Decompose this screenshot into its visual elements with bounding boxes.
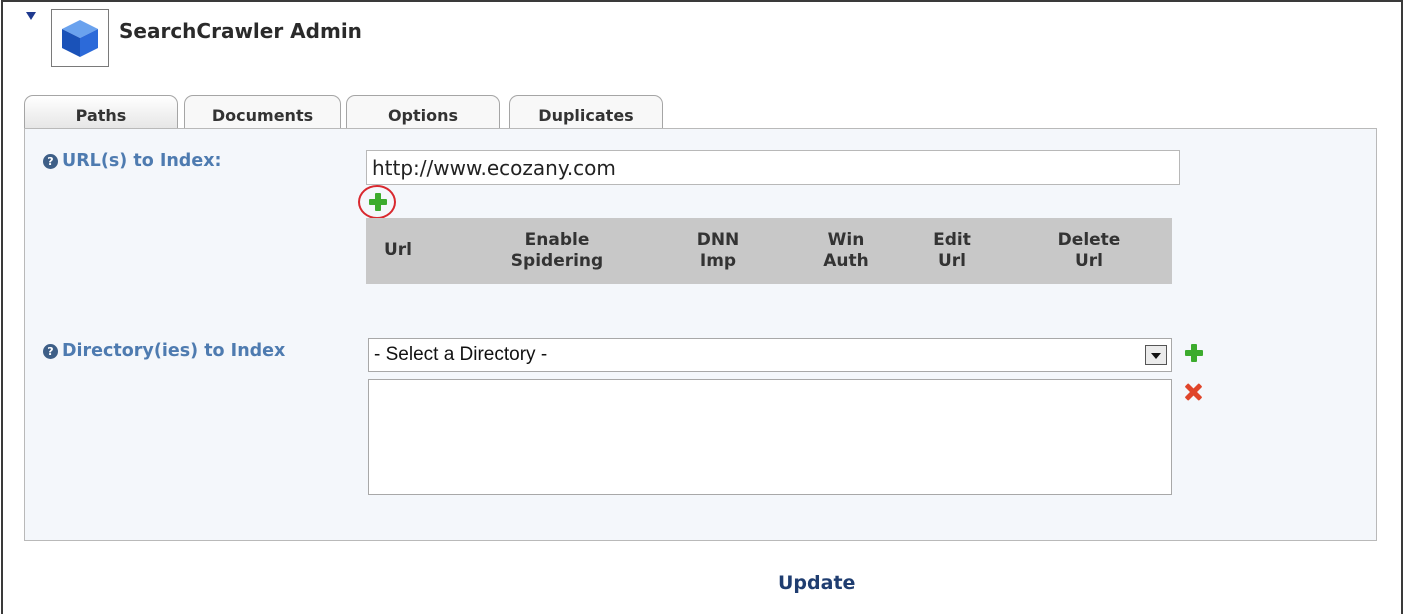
directory-list[interactable] — [368, 379, 1172, 495]
help-icon[interactable]: ? — [43, 154, 58, 169]
column-header-win-auth: Win Auth — [823, 230, 869, 271]
url-label-text: URL(s) to Index: — [62, 151, 222, 171]
directory-select-value: - Select a Directory - — [374, 344, 548, 365]
tab-duplicates[interactable]: Duplicates — [509, 95, 663, 129]
url-input[interactable] — [366, 150, 1180, 185]
delete-directory-x-icon[interactable] — [1184, 383, 1202, 401]
chevron-down-icon[interactable] — [1145, 345, 1167, 365]
module-title: SearchCrawler Admin — [119, 19, 362, 43]
column-header-delete-url: Delete Url — [1057, 230, 1121, 271]
update-link[interactable]: Update — [778, 572, 855, 594]
directory-field-label: ? Directory(ies) to Index — [43, 341, 285, 361]
column-header-enable-spidering: Enable Spidering — [510, 230, 604, 271]
add-url-button[interactable] — [358, 185, 396, 219]
url-field-label: ? URL(s) to Index: — [43, 151, 221, 171]
collapse-triangle-icon[interactable] — [26, 12, 36, 20]
tab-options[interactable]: Options — [346, 95, 500, 129]
tab-documents[interactable]: Documents — [184, 95, 341, 129]
column-header-dnn-imp: DNN Imp — [696, 230, 740, 271]
column-header-edit-url: Edit Url — [933, 230, 971, 271]
help-icon[interactable]: ? — [43, 344, 58, 359]
directory-label-text: Directory(ies) to Index — [62, 341, 286, 361]
plus-icon — [369, 193, 387, 211]
tab-paths[interactable]: Paths — [24, 95, 178, 131]
add-directory-plus-icon[interactable] — [1185, 344, 1203, 362]
column-header-url: Url — [383, 240, 412, 260]
module-icon — [51, 9, 109, 67]
url-grid-header: Url Enable Spidering DNN Imp Win Auth Ed… — [366, 218, 1172, 284]
cube-icon — [62, 20, 98, 57]
directory-select[interactable]: - Select a Directory - — [368, 338, 1172, 372]
